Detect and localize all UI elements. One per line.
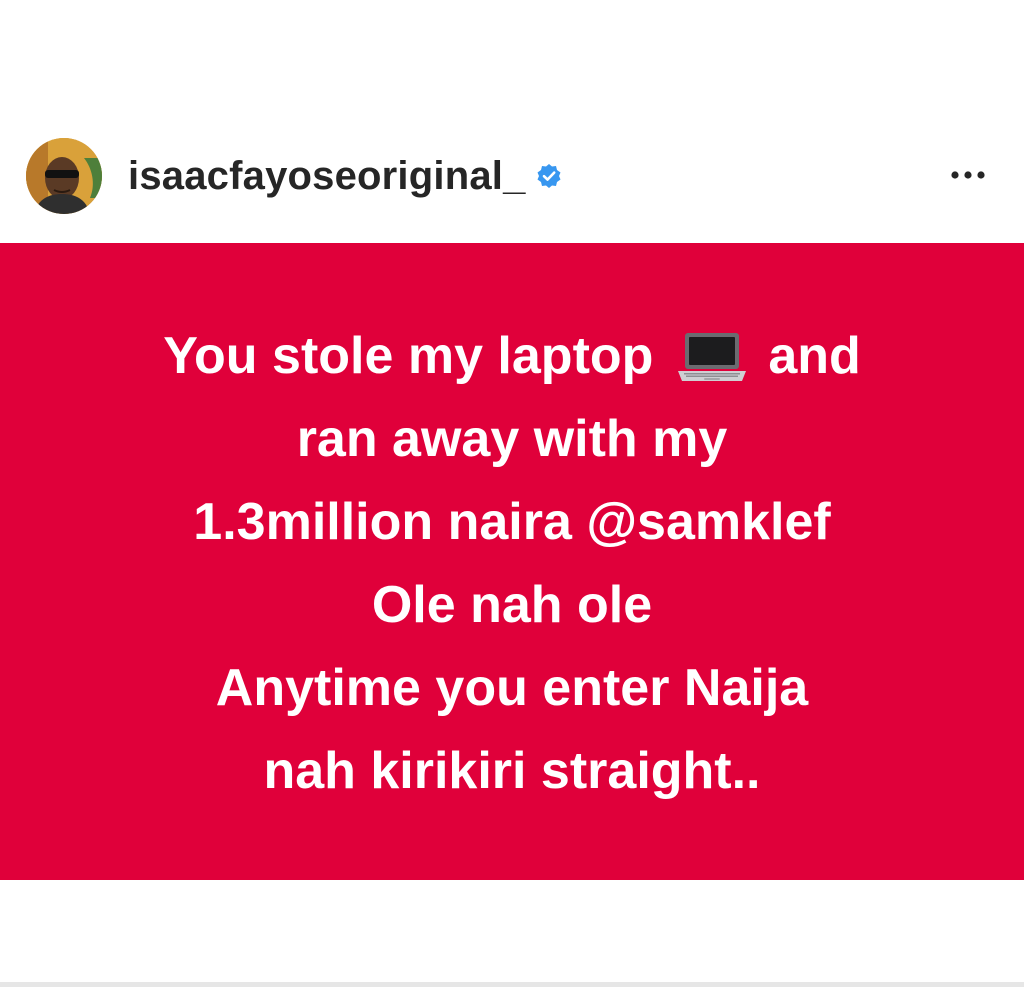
verified-badge-icon [536, 163, 562, 189]
post-line-6: nah kirikiri straight.. [263, 741, 761, 800]
post-line-1-text: You stole my laptop [163, 326, 654, 385]
post-image[interactable]: You stole my laptop and ran away with my… [0, 243, 1024, 880]
post-header: isaacfayoseoriginal_ [0, 125, 1024, 240]
more-options-button[interactable] [938, 157, 998, 193]
laptop-emoji-icon [676, 327, 748, 383]
profile-photo-icon [26, 138, 102, 214]
username-row: isaacfayoseoriginal_ [128, 153, 562, 199]
username[interactable]: isaacfayoseoriginal_ [128, 154, 526, 199]
post-text: You stole my laptop and ran away with my… [163, 315, 861, 813]
post-line-2: ran away with my [296, 409, 728, 468]
more-options-icon [951, 171, 985, 179]
post-line-1-end: and [768, 326, 861, 385]
post-line-5: Anytime you enter Naija [215, 658, 809, 717]
divider [0, 982, 1024, 987]
avatar[interactable] [26, 138, 102, 214]
post-line-4: Ole nah ole [371, 575, 653, 634]
post-line-1: You stole my laptop and [163, 315, 861, 398]
post-line-3: 1.3million naira @samklef [193, 492, 831, 551]
